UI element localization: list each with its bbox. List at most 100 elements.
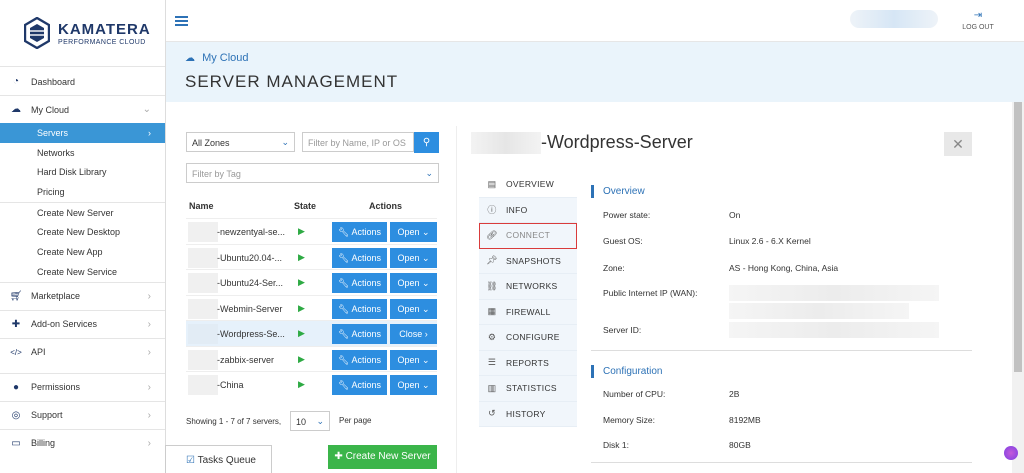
actions-button[interactable]: 🔧︎ Actions (332, 222, 387, 242)
sidebar-subitem-servers[interactable]: Servers › (0, 123, 165, 143)
toggle-label: Open (397, 227, 420, 237)
page-scrollbar[interactable] (1012, 102, 1024, 473)
sidebar-subitem-create-new-server[interactable]: Create New Server (0, 203, 165, 223)
tab-reports[interactable]: ☰ REPORTS (479, 350, 577, 376)
toggle-label: Open (397, 303, 420, 314)
code-icon: </> (10, 347, 22, 357)
actions-button[interactable]: 🔧︎ Actions (332, 349, 387, 370)
tab-configure[interactable]: ⚙ CONFIGURE (479, 325, 577, 351)
chevron-right-icon: › (147, 346, 151, 358)
table-row[interactable]: -China ▶ 🔧︎ Actions Open ⌄ (186, 371, 437, 397)
per-page-select[interactable]: 10 ⌄ (290, 411, 330, 431)
tab-label: STATISTICS (506, 383, 557, 394)
open-button[interactable]: Open ⌄ (390, 349, 437, 370)
dashboard-icon: ◔ (12, 76, 20, 87)
sidebar-item-permissions[interactable]: ● Permissions › (0, 374, 165, 401)
sidebar-item-dashboard[interactable]: ◔ Dashboard (0, 68, 165, 95)
actions-button[interactable]: 🔧︎ Actions (332, 273, 387, 293)
running-state-icon: ▶ (298, 226, 305, 236)
table-row-selected[interactable]: -Wordpress-Se... ▶ 🔧︎ Actions Close › (186, 320, 437, 346)
close-panel-button[interactable]: ✕ (944, 132, 972, 156)
tab-snapshots[interactable]: 📌︎ SNAPSHOTS (479, 248, 577, 274)
headset-icon: ◎ (11, 409, 21, 421)
tab-networks[interactable]: ⛓ NETWORKS (479, 274, 577, 300)
logout-button[interactable]: ⇥ LOG OUT (958, 10, 998, 31)
overview-section-title: Overview (591, 185, 645, 198)
sidebar-subitem-networks[interactable]: Networks (0, 143, 165, 163)
tab-history[interactable]: ↺ HISTORY (479, 401, 577, 427)
open-button[interactable]: Open ⌄ (390, 375, 437, 395)
sidebar-item-label: API (31, 347, 46, 357)
open-button[interactable]: Open ⌄ (390, 222, 437, 242)
actions-button[interactable]: 🔧︎ Actions (332, 324, 387, 344)
zone-select[interactable]: All Zones ⌄ (186, 132, 295, 152)
actions-button[interactable]: 🔧︎ Actions (332, 247, 387, 268)
scrollbar-thumb[interactable] (1014, 102, 1022, 372)
tag-filter-select[interactable]: Filter by Tag ⌄ (186, 163, 439, 183)
divider (591, 462, 972, 463)
divider (591, 350, 972, 351)
checkbox-icon: ☑ (186, 455, 195, 466)
zone-select-value: All Zones (192, 138, 230, 148)
server-name: -Webmin-Server (217, 303, 283, 314)
server-name: -zabbix-server (217, 354, 275, 365)
table-row[interactable]: -Ubuntu24-Ser... ▶ 🔧︎ Actions Open ⌄ (186, 269, 437, 295)
tab-overview[interactable]: ▤ OVERVIEW (479, 172, 577, 198)
hamburger-menu-icon[interactable] (175, 16, 188, 26)
create-new-server-button[interactable]: ✚ Create New Server (328, 445, 437, 469)
sidebar-item-marketplace[interactable]: 🛒︎ Marketplace › (0, 283, 165, 310)
server-name-redacted (188, 298, 218, 319)
assistant-icon[interactable] (1004, 446, 1018, 460)
search-button[interactable]: ⚲ (414, 132, 439, 153)
sidebar-subitem-hard-disk-library[interactable]: Hard Disk Library (0, 162, 165, 182)
tab-info[interactable]: ⓘ INFO (479, 197, 577, 223)
server-name: -Ubuntu20.04-... (217, 252, 283, 263)
server-detail-tabs: ▤ OVERVIEW ⓘ INFO 🔗︎ CONNECT 📌︎ SNAPSHOTS ⛓ N… (479, 172, 577, 427)
tasks-queue-button[interactable]: ☑ Tasks Queue (165, 445, 272, 473)
table-row[interactable]: -newzentyal-se... ▶ 🔧︎ Actions Open ⌄ (186, 218, 437, 244)
logo-title: KAMATERA (58, 20, 151, 38)
user-account[interactable] (850, 10, 938, 28)
sidebar-subitem-create-new-desktop[interactable]: Create New Desktop (0, 222, 165, 242)
sidebar-item-my-cloud[interactable]: ☁ My Cloud ⌄ (0, 96, 165, 123)
running-state-icon: ▶ (298, 379, 305, 389)
open-button[interactable]: Open ⌄ (390, 298, 437, 319)
tab-firewall[interactable]: ▦ FIREWALL (479, 299, 577, 325)
actions-button[interactable]: 🔧︎ Actions (332, 298, 387, 319)
table-row[interactable]: -Ubuntu20.04-... ▶ 🔧︎ Actions Open ⌄ (186, 243, 437, 270)
sidebar-item-label: Add-on Services (31, 319, 98, 329)
table-row[interactable]: -Webmin-Server ▶ 🔧︎ Actions Open ⌄ (186, 294, 437, 321)
tab-label: CONNECT (506, 230, 551, 241)
tab-statistics[interactable]: ▥ STATISTICS (479, 376, 577, 402)
actions-button[interactable]: 🔧︎ Actions (332, 375, 387, 395)
sidebar-item-label: My Cloud (31, 104, 70, 115)
sidebar-subitem-create-new-service[interactable]: Create New Service (0, 262, 165, 282)
panel-divider (456, 126, 457, 473)
toggle-label: Open (397, 380, 420, 390)
open-button[interactable]: Open ⌄ (390, 273, 437, 293)
breadcrumb[interactable]: ☁ My Cloud (185, 52, 249, 64)
document-icon: ▤ (487, 178, 497, 189)
public-ip-redacted (729, 285, 939, 301)
close-button[interactable]: Close › (390, 324, 437, 344)
sidebar-item-billing[interactable]: ▭ Billing › (0, 430, 165, 457)
open-button[interactable]: Open ⌄ (390, 247, 437, 268)
sidebar-subitem-create-new-app[interactable]: Create New App (0, 242, 165, 262)
server-name-redacted (471, 132, 541, 154)
sidebar-subitem-pricing[interactable]: Pricing (0, 182, 165, 202)
sidebar-item-support[interactable]: ◎ Support › (0, 402, 165, 429)
search-input[interactable]: Filter by Name, IP or OS (302, 132, 414, 152)
logout-icon: ⇥ (973, 10, 983, 21)
chevron-down-icon: ⌄ (425, 168, 433, 178)
column-header-name: Name (189, 201, 214, 211)
server-name-redacted (188, 222, 218, 242)
chevron-down-icon: ⌄ (422, 303, 430, 314)
sidebar-item-add-on-services[interactable]: ✚ Add-on Services › (0, 311, 165, 338)
logo[interactable]: KAMATERA PERFORMANCE CLOUD (0, 0, 165, 66)
sidebar-item-label: Permissions (31, 382, 81, 392)
sidebar-item-api[interactable]: </> API › (0, 339, 165, 366)
chevron-down-icon: ⌄ (316, 416, 324, 426)
actions-label: Actions (351, 354, 381, 365)
table-row[interactable]: -zabbix-server ▶ 🔧︎ Actions Open ⌄ (186, 345, 437, 372)
tab-connect[interactable]: 🔗︎ CONNECT (479, 223, 577, 249)
